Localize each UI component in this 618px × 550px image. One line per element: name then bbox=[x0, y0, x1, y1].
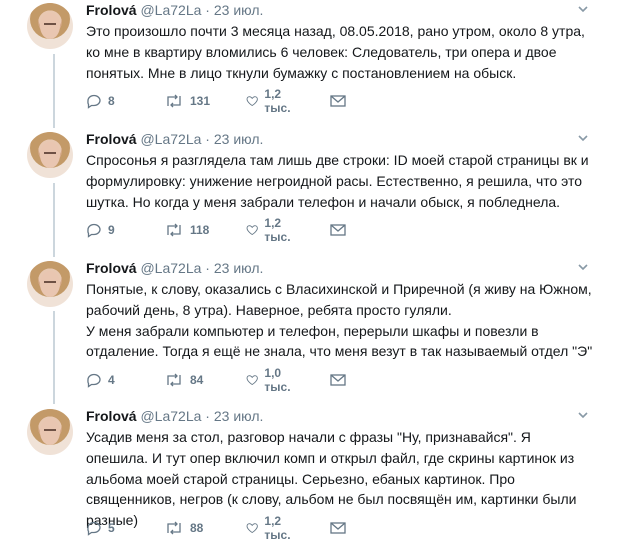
like-count: 1,2 тыс. bbox=[264, 514, 291, 542]
tweet-paragraph: Это произошло почти 3 месяца назад, 08.0… bbox=[86, 23, 585, 81]
author-handle[interactable]: @La72La bbox=[140, 131, 201, 147]
retweet-icon bbox=[167, 521, 181, 535]
avatar[interactable] bbox=[27, 409, 73, 455]
chevron-down-icon[interactable] bbox=[577, 261, 591, 275]
avatar[interactable] bbox=[27, 132, 73, 178]
reply-button[interactable]: 4 bbox=[86, 371, 115, 389]
tweet-date[interactable]: 23 июл. bbox=[214, 2, 264, 18]
tweet-text: Это произошло почти 3 месяца назад, 08.0… bbox=[86, 21, 596, 83]
retweet-count: 131 bbox=[190, 94, 211, 108]
avatar[interactable] bbox=[27, 3, 73, 49]
separator-dot: · bbox=[205, 408, 210, 424]
tweet-text: Спросонья я разглядела там лишь две стро… bbox=[86, 150, 596, 212]
envelope-icon bbox=[330, 95, 346, 107]
reply-count: 9 bbox=[108, 223, 115, 237]
envelope-icon bbox=[330, 224, 346, 236]
tweet-date[interactable]: 23 июл. bbox=[214, 408, 264, 424]
tweet-paragraph: Понятые, к слову, оказались с Власихинск… bbox=[86, 281, 592, 318]
reply-count: 5 bbox=[108, 521, 115, 535]
tweet-header: Frolová @La72La · 23 июл. bbox=[86, 130, 263, 148]
tweet-header: Frolová @La72La · 23 июл. bbox=[86, 1, 263, 19]
author-name[interactable]: Frolová bbox=[86, 260, 137, 276]
reply-count: 4 bbox=[108, 373, 115, 387]
tweet-text: Понятые, к слову, оказались с Власихинск… bbox=[86, 279, 596, 362]
retweet-icon bbox=[167, 94, 181, 108]
tweet[interactable]: Frolová @La72La · 23 июл. Это произошло … bbox=[0, 0, 618, 128]
reply-icon bbox=[87, 521, 101, 536]
author-name[interactable]: Frolová bbox=[86, 131, 137, 147]
reply-count: 8 bbox=[108, 94, 115, 108]
tweet[interactable]: Frolová @La72La · 23 июл. Понятые, к сло… bbox=[0, 258, 618, 406]
reply-button[interactable]: 5 bbox=[86, 519, 115, 537]
retweet-icon bbox=[167, 223, 181, 237]
separator-dot: · bbox=[205, 131, 210, 147]
heart-icon bbox=[246, 523, 258, 533]
chevron-down-icon[interactable] bbox=[577, 132, 591, 146]
tweet-paragraph: Спросонья я разглядела там лишь две стро… bbox=[86, 152, 589, 210]
retweet-count: 84 bbox=[190, 373, 204, 387]
tweet-text: Усадив меня за стол, разговор начали с ф… bbox=[86, 427, 596, 531]
retweet-button[interactable]: 118 bbox=[164, 221, 209, 239]
reply-button[interactable]: 9 bbox=[86, 221, 115, 239]
author-handle[interactable]: @La72La bbox=[140, 2, 201, 18]
retweet-count: 88 bbox=[190, 521, 204, 535]
tweet-date[interactable]: 23 июл. bbox=[214, 131, 264, 147]
tweet-paragraph: Усадив меня за стол, разговор начали с ф… bbox=[86, 429, 577, 529]
envelope-icon bbox=[330, 374, 346, 386]
separator-dot: · bbox=[205, 2, 210, 18]
retweet-icon bbox=[167, 373, 181, 387]
retweet-button[interactable]: 88 bbox=[164, 519, 203, 537]
author-name[interactable]: Frolová bbox=[86, 2, 137, 18]
tweet[interactable]: Frolová @La72La · 23 июл. Усадив меня за… bbox=[0, 406, 618, 550]
tweet[interactable]: Frolová @La72La · 23 июл. Спросонья я ра… bbox=[0, 129, 618, 258]
chevron-down-icon[interactable] bbox=[577, 3, 591, 17]
retweet-button[interactable]: 131 bbox=[164, 92, 210, 110]
author-handle[interactable]: @La72La bbox=[140, 260, 201, 276]
heart-icon bbox=[246, 96, 258, 106]
heart-icon bbox=[246, 225, 258, 235]
like-button[interactable]: 1,2 тыс. bbox=[246, 514, 296, 542]
tweet-thread: Frolová @La72La · 23 июл. Это произошло … bbox=[0, 0, 618, 550]
like-count: 1,0 тыс. bbox=[264, 366, 291, 394]
reply-button[interactable]: 8 bbox=[86, 92, 115, 110]
tweet-date[interactable]: 23 июл. bbox=[214, 260, 264, 276]
chevron-down-icon[interactable] bbox=[577, 409, 591, 423]
avatar[interactable] bbox=[27, 261, 73, 307]
envelope-icon bbox=[330, 522, 346, 534]
like-button[interactable]: 1,2 тыс. bbox=[246, 216, 296, 244]
like-button[interactable]: 1,0 тыс. bbox=[246, 366, 296, 394]
like-button[interactable]: 1,2 тыс. bbox=[246, 87, 296, 115]
reply-icon bbox=[87, 94, 101, 109]
retweet-button[interactable]: 84 bbox=[164, 371, 203, 389]
separator-dot: · bbox=[205, 260, 210, 276]
tweet-header: Frolová @La72La · 23 июл. bbox=[86, 407, 263, 425]
heart-icon bbox=[246, 375, 258, 385]
dm-button[interactable] bbox=[330, 519, 346, 537]
author-handle[interactable]: @La72La bbox=[140, 408, 201, 424]
author-name[interactable]: Frolová bbox=[86, 408, 137, 424]
dm-button[interactable] bbox=[330, 92, 346, 110]
like-count: 1,2 тыс. bbox=[264, 87, 291, 115]
like-count: 1,2 тыс. bbox=[264, 216, 291, 244]
reply-icon bbox=[87, 373, 101, 388]
retweet-count: 118 bbox=[190, 223, 210, 237]
dm-button[interactable] bbox=[330, 371, 346, 389]
tweet-header: Frolová @La72La · 23 июл. bbox=[86, 259, 263, 277]
dm-button[interactable] bbox=[330, 221, 346, 239]
tweet-paragraph: У меня забрали компьютер и телефон, пере… bbox=[86, 322, 593, 360]
reply-icon bbox=[87, 223, 101, 238]
